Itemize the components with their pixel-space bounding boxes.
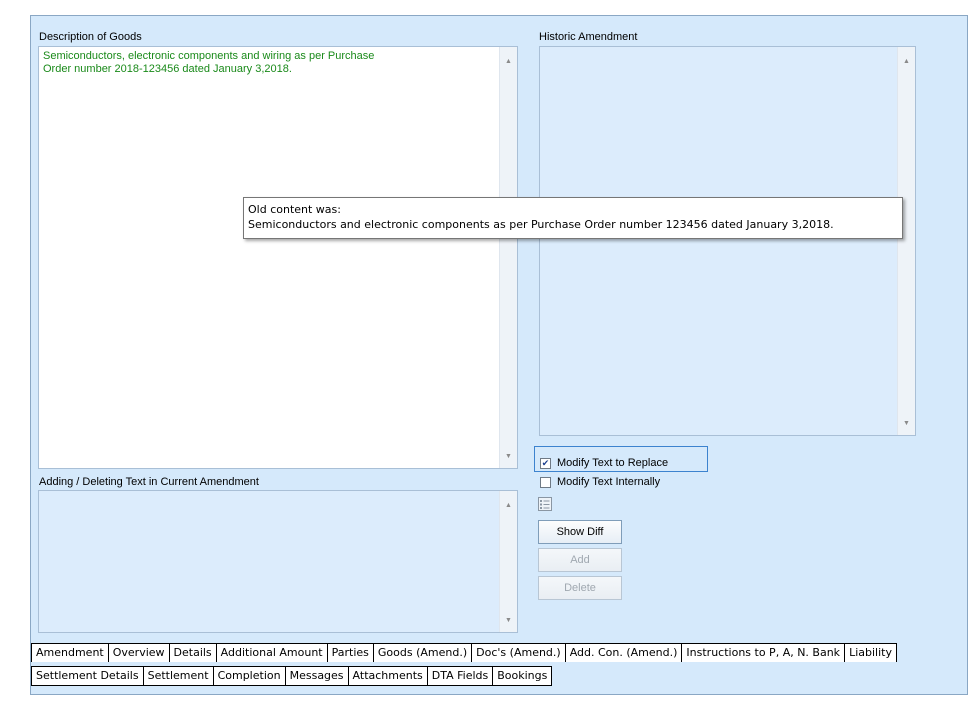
modify-text-replace-label: Modify Text to Replace: [557, 457, 669, 469]
description-line-1: Semiconductors, electronic components an…: [43, 50, 375, 62]
tab-messages[interactable]: Messages: [285, 666, 349, 686]
description-text: Semiconductors, electronic components an…: [43, 50, 374, 76]
tab-settlement-details[interactable]: Settlement Details: [31, 666, 144, 686]
tab-parties[interactable]: Parties: [327, 643, 374, 662]
tab-settlement[interactable]: Settlement: [143, 666, 214, 686]
old-content-tooltip: Old content was: Semiconductors and elec…: [243, 197, 903, 239]
tab-doc-s-amend[interactable]: Doc's (Amend.): [472, 643, 566, 662]
tab-completion[interactable]: Completion: [213, 666, 286, 686]
tab-dta-fields[interactable]: DTA Fields: [427, 666, 494, 686]
historic-textarea[interactable]: ▲ ▼: [539, 46, 916, 436]
delete-button[interactable]: Delete: [538, 576, 622, 600]
description-scrollbar[interactable]: ▲ ▼: [499, 47, 517, 468]
adding-label: Adding / Deleting Text in Current Amendm…: [39, 476, 259, 488]
modify-text-internal-label: Modify Text Internally: [557, 476, 661, 488]
tooltip-line-1: Old content was:: [248, 203, 341, 216]
tab-bar-row-1: Amendment Overview Details Additional Amoun…: [31, 643, 897, 662]
description-line-2: Order number 2018-123456 dated January 3…: [43, 63, 292, 75]
historic-scrollbar[interactable]: ▲ ▼: [897, 47, 915, 435]
modify-text-replace-checkbox[interactable]: ✔ Modify Text to Replace: [540, 457, 668, 469]
tab-bookings[interactable]: Bookings: [493, 666, 553, 686]
description-textarea[interactable]: Semiconductors, electronic components an…: [38, 46, 518, 469]
scroll-down-arrow-icon[interactable]: ▼: [500, 616, 517, 626]
tab-goods-amend[interactable]: Goods (Amend.): [373, 643, 473, 662]
list-icon[interactable]: [537, 496, 553, 512]
modify-text-internal-checkbox[interactable]: Modify Text Internally: [540, 476, 660, 488]
scroll-down-arrow-icon[interactable]: ▼: [500, 452, 517, 462]
tab-overview[interactable]: Overview: [108, 643, 170, 662]
show-diff-button[interactable]: Show Diff: [538, 520, 622, 544]
historic-label: Historic Amendment: [539, 31, 638, 43]
tab-attachments[interactable]: Attachments: [348, 666, 428, 686]
scroll-up-arrow-icon[interactable]: ▲: [500, 501, 517, 511]
description-label: Description of Goods: [39, 31, 142, 43]
checkbox-empty-icon[interactable]: [540, 476, 551, 488]
tab-add-con-amend[interactable]: Add. Con. (Amend.): [565, 643, 683, 662]
scroll-down-arrow-icon[interactable]: ▼: [898, 419, 915, 429]
tab-liability[interactable]: Liability: [845, 643, 897, 662]
tab-instructions-to-p-a-n-bank[interactable]: Instructions to P, A, N. Bank: [682, 643, 846, 662]
adding-textarea[interactable]: ▲ ▼: [38, 490, 518, 633]
adding-scrollbar[interactable]: ▲ ▼: [499, 491, 517, 632]
tab-details[interactable]: Details: [169, 643, 217, 662]
scroll-up-arrow-icon[interactable]: ▲: [898, 57, 915, 67]
tab-amendment[interactable]: Amendment: [31, 643, 109, 662]
tab-bar-row-2: Settlement Details Settlement Completion Me…: [31, 666, 553, 686]
tab-additional-amount[interactable]: Additional Amount: [216, 643, 328, 662]
scroll-up-arrow-icon[interactable]: ▲: [500, 57, 517, 67]
checkmark-icon[interactable]: ✔: [540, 457, 551, 469]
tooltip-line-2: Semiconductors and electronic components…: [248, 218, 834, 231]
add-button[interactable]: Add: [538, 548, 622, 572]
